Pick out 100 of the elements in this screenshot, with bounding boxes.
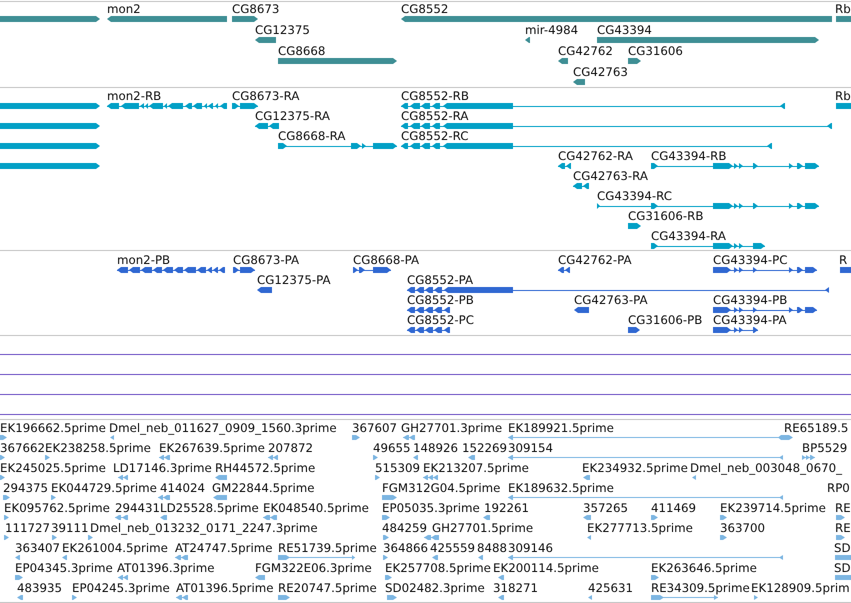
est-glyph[interactable] [587,535,591,540]
est-glyph[interactable] [383,555,388,560]
est-glyph[interactable] [650,595,718,600]
protein-glyph[interactable] [406,327,450,333]
est-glyph[interactable] [15,555,20,560]
est-glyph[interactable] [255,575,265,580]
est-glyph[interactable] [720,515,727,520]
transcript-glyph[interactable] [628,223,641,229]
transcript-glyph[interactable] [232,103,258,109]
est-glyph[interactable] [508,555,784,560]
gene-glyph[interactable] [0,16,100,22]
transcript-glyph[interactable] [400,143,772,149]
protein-glyph[interactable] [116,267,226,273]
protein-glyph[interactable] [257,287,272,293]
est-glyph[interactable] [215,475,227,480]
est-glyph[interactable] [651,515,658,520]
est-glyph[interactable] [383,535,389,540]
est-glyph[interactable] [114,515,128,520]
est-glyph[interactable] [781,435,793,440]
transcript-glyph[interactable] [0,163,100,169]
transcript-glyph[interactable] [596,203,820,209]
est-glyph[interactable] [432,555,438,560]
est-glyph[interactable] [651,575,659,580]
transcript-glyph[interactable] [0,123,100,129]
est-glyph[interactable] [836,535,845,540]
est-glyph[interactable] [268,455,278,460]
transcript-glyph[interactable] [0,103,100,109]
est-glyph[interactable] [498,575,504,580]
est-glyph[interactable] [4,515,9,520]
protein-glyph[interactable] [352,267,392,273]
transcript-glyph[interactable] [572,183,590,189]
transcript-glyph[interactable] [254,123,280,129]
est-glyph[interactable] [17,595,23,600]
transcript-glyph[interactable] [650,163,820,169]
est-glyph[interactable] [583,515,591,520]
est-glyph[interactable] [176,595,188,600]
est-glyph[interactable] [720,535,727,540]
est-glyph[interactable] [478,555,483,560]
transcript-glyph[interactable] [558,163,572,169]
est-glyph[interactable] [382,495,397,500]
est-glyph[interactable] [72,595,77,600]
est-glyph[interactable] [352,435,360,440]
transcript-glyph[interactable] [400,103,786,109]
est-glyph[interactable] [508,495,784,500]
protein-glyph[interactable] [232,267,256,273]
est-glyph[interactable] [483,515,490,520]
gene-glyph[interactable] [255,37,276,43]
est-glyph[interactable] [588,595,592,600]
est-glyph[interactable] [385,575,392,580]
est-glyph[interactable] [118,575,128,580]
est-glyph[interactable] [88,535,93,540]
est-glyph[interactable] [692,475,696,480]
est-glyph[interactable] [468,455,475,460]
est-glyph[interactable] [754,595,758,600]
est-glyph[interactable] [424,535,440,540]
est-glyph[interactable] [402,435,416,440]
est-glyph[interactable] [160,515,167,520]
est-glyph[interactable] [174,555,188,560]
est-glyph[interactable] [262,515,278,520]
est-glyph[interactable] [52,535,57,540]
est-glyph[interactable] [375,475,380,480]
gene-glyph[interactable] [558,58,568,64]
transcript-glyph[interactable] [0,143,100,149]
gene-glyph[interactable] [232,16,258,22]
protein-glyph[interactable] [406,287,830,293]
est-glyph[interactable] [110,435,114,440]
est-glyph[interactable] [0,455,5,460]
est-glyph[interactable] [15,575,23,580]
est-glyph[interactable] [422,475,438,480]
est-glyph[interactable] [508,435,782,440]
est-glyph[interactable] [213,495,227,500]
est-glyph[interactable] [62,555,67,560]
est-glyph[interactable] [498,595,504,600]
est-glyph[interactable] [45,455,50,460]
protein-glyph[interactable] [574,307,589,313]
gene-glyph[interactable] [525,37,530,43]
protein-glyph[interactable] [712,267,818,273]
est-glyph[interactable] [4,535,9,540]
est-glyph[interactable] [158,495,170,500]
est-glyph[interactable] [802,455,816,460]
est-glyph[interactable] [278,595,290,600]
gene-glyph[interactable] [628,58,641,64]
transcript-glyph[interactable] [400,123,832,129]
transcript-glyph[interactable] [278,143,398,149]
protein-glyph[interactable] [558,267,570,273]
protein-glyph[interactable] [406,307,450,313]
est-glyph[interactable] [583,475,590,480]
est-glyph[interactable] [0,475,5,480]
est-glyph[interactable] [413,455,418,460]
protein-glyph[interactable] [628,327,640,333]
transcript-glyph[interactable] [650,243,766,249]
est-glyph[interactable] [373,455,378,460]
protein-glyph[interactable] [712,307,818,313]
est-glyph[interactable] [118,475,128,480]
transcript-glyph[interactable] [106,103,228,109]
gene-glyph[interactable] [573,79,585,85]
est-glyph[interactable] [278,555,356,560]
est-glyph[interactable] [382,515,390,520]
est-glyph[interactable] [836,515,845,520]
est-glyph[interactable] [387,595,397,600]
